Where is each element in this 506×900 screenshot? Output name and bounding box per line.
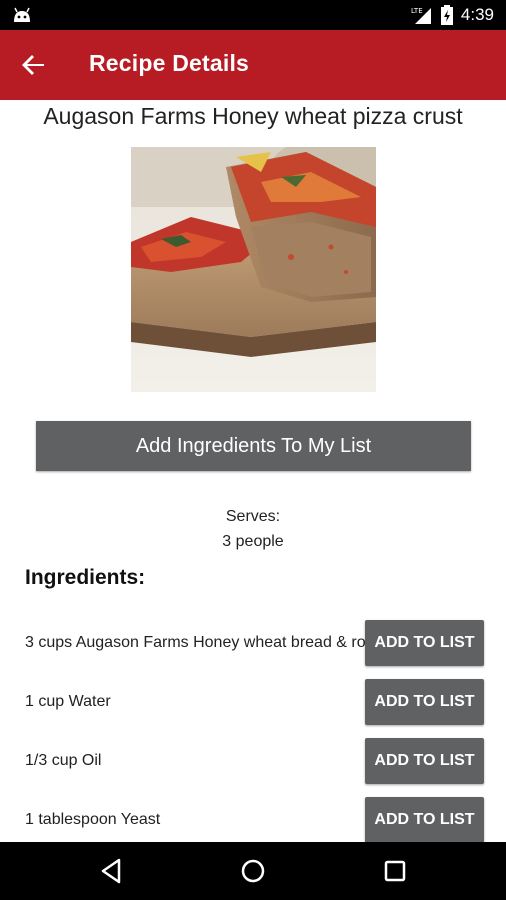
ingredient-row: 3 cups Augason Farms Honey wheat bread &… [0, 620, 506, 666]
nav-home-icon[interactable] [238, 856, 268, 886]
serves-label: Serves: [225, 508, 281, 525]
status-time: 4:39 [460, 5, 494, 24]
android-icon [14, 7, 30, 22]
serves-value: 3 people [222, 533, 284, 550]
serves-info: Serves: 3 people [0, 504, 506, 554]
add-to-list-button[interactable]: ADD TO LIST [365, 679, 484, 725]
back-arrow-icon[interactable] [20, 51, 48, 79]
app-bar: Recipe Details [0, 30, 506, 100]
add-ingredients-button[interactable]: Add Ingredients To My List [36, 421, 471, 471]
ingredient-row: 1 tablespoon Yeast ADD TO LIST [0, 797, 506, 843]
recipe-image [131, 147, 376, 392]
lte-signal-icon: LTE [411, 7, 431, 24]
ingredient-text: 1 cup Water [25, 693, 111, 710]
battery-icon [440, 5, 453, 25]
svg-text:LTE: LTE [411, 7, 423, 15]
page-title: Recipe Details [89, 50, 250, 76]
ingredients-heading: Ingredients: [25, 566, 146, 589]
ingredient-row: 1 cup Water ADD TO LIST [0, 679, 506, 725]
status-bar: LTE 4:39 [0, 0, 506, 30]
nav-recents-icon[interactable] [380, 856, 410, 886]
ingredient-text: 1 tablespoon Yeast [25, 811, 161, 828]
add-to-list-button[interactable]: ADD TO LIST [365, 620, 484, 666]
pizza-photo [131, 147, 376, 392]
nav-back-icon[interactable] [97, 856, 127, 886]
ingredient-text: 3 cups Augason Farms Honey wheat bread &… [25, 634, 366, 651]
ingredient-row: 1/3 cup Oil ADD TO LIST [0, 738, 506, 784]
ingredient-text: 1/3 cup Oil [25, 752, 102, 769]
add-to-list-button[interactable]: ADD TO LIST [365, 738, 484, 784]
add-to-list-button[interactable]: ADD TO LIST [365, 797, 484, 843]
recipe-title: Augason Farms Honey wheat pizza crust [43, 103, 463, 129]
navigation-bar [0, 842, 506, 900]
